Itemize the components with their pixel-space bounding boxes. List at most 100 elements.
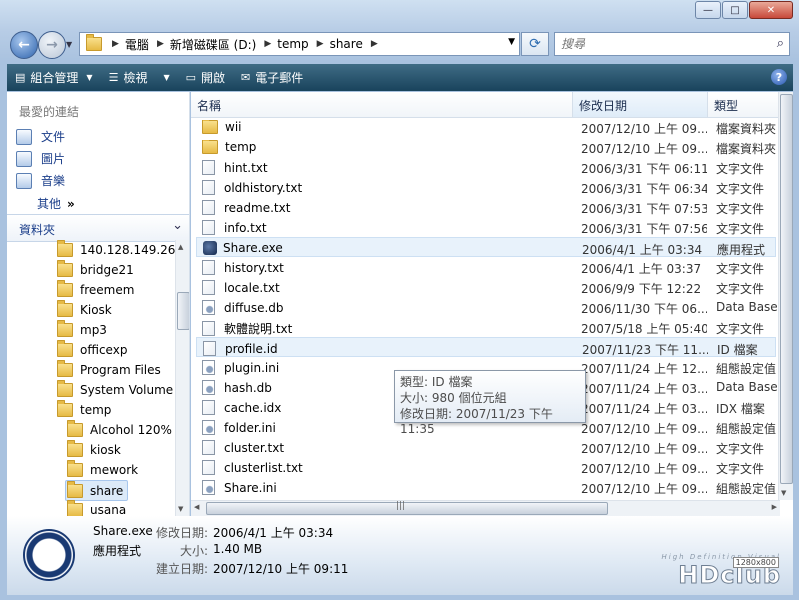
folder-icon [57, 319, 73, 337]
file-list-scrollbar[interactable]: ▼ [778, 92, 793, 500]
file-row[interactable]: history.txt 2006/4/1 上午 03:37 文字文件 [196, 257, 776, 277]
folder-tree-item[interactable]: freemem [57, 279, 134, 299]
breadcrumb-chevron-icon[interactable]: ▶ [317, 39, 324, 49]
folder-tree-item[interactable]: officexp [57, 339, 128, 359]
open-button[interactable]: ▭ 開啟 [178, 64, 233, 91]
search-input[interactable] [559, 36, 763, 52]
breadcrumb-chevron-icon[interactable]: ▶ [157, 39, 164, 49]
file-modified-cell: 2007/12/10 上午 09... [581, 422, 707, 436]
minimize-button[interactable]: — [695, 1, 721, 19]
file-name-cell: temp [202, 140, 572, 154]
file-row[interactable]: Share.ini 2007/12/10 上午 09... 組態設定值 [196, 477, 776, 497]
breadcrumb-temp[interactable]: temp [277, 37, 308, 51]
folder-tree-item-label: Kiosk [80, 302, 112, 317]
file-modified-cell: 2007/12/10 上午 09... [581, 482, 707, 496]
folder-tree-item[interactable]: bridge21 [57, 259, 134, 279]
organize-label: 組合管理 [30, 71, 79, 85]
scrollbar-thumb[interactable] [780, 94, 793, 484]
favorite-link-pictures[interactable]: 圖片 [16, 150, 65, 167]
scroll-down-icon[interactable]: ▼ [781, 489, 786, 497]
breadcrumb-chevron-icon[interactable]: ▶ [371, 39, 378, 49]
text-file-icon [202, 220, 215, 235]
breadcrumb-drive[interactable]: 新增磁碟區 (D:) [170, 36, 256, 53]
folder-tree-item[interactable]: mework [67, 459, 138, 479]
file-row[interactable]: temp 2007/12/10 上午 09... 檔案資料夾 [196, 137, 776, 157]
folder-icon [67, 419, 83, 437]
back-button[interactable]: ← [10, 31, 38, 59]
folder-tree-item[interactable]: System Volume Information [57, 379, 189, 399]
folder-tree-item[interactable]: Alcohol 120% [67, 419, 172, 439]
search-icon[interactable]: ⌕ [777, 36, 784, 51]
column-header-name[interactable]: 名稱 [191, 92, 573, 117]
file-row[interactable]: info.txt 2006/3/31 下午 07:56 文字文件 [196, 217, 776, 237]
maximize-button[interactable]: □ [722, 1, 748, 19]
command-bar: ▤ 組合管理 ▼ ☰ 檢視 ▼ ▭ 開啟 ✉ 電子郵件 ? [7, 64, 793, 91]
folder-tree-item[interactable]: Program Files [57, 359, 161, 379]
file-row[interactable]: oldhistory.txt 2006/3/31 下午 06:34 文字文件 [196, 177, 776, 197]
file-row[interactable]: locale.txt 2006/9/9 下午 12:22 文字文件 [196, 277, 776, 297]
file-modified-cell: 2006/3/31 下午 07:56 [581, 222, 707, 236]
favorite-link-documents[interactable]: 文件 [16, 128, 65, 145]
file-row[interactable]: readme.txt 2006/3/31 下午 07:53 文字文件 [196, 197, 776, 217]
views-button[interactable]: ☰ 檢視 ▼ [101, 64, 178, 91]
scrollbar-thumb[interactable] [177, 292, 189, 330]
folder-tree-item-label: officexp [80, 342, 128, 357]
file-modified-cell: 2006/3/31 下午 07:53 [581, 202, 707, 216]
file-row[interactable]: 軟體說明.txt 2007/5/18 上午 05:40 文字文件 [196, 317, 776, 337]
breadcrumb-share[interactable]: share [330, 37, 363, 51]
file-modified-cell: 2007/11/24 上午 03... [581, 402, 707, 416]
breadcrumb-chevron-icon[interactable]: ▶ [264, 39, 271, 49]
folder-tree-item[interactable]: 140.128.149.26 [57, 239, 175, 259]
folder-tree-item[interactable]: temp [57, 399, 111, 419]
forward-button[interactable]: → [38, 31, 66, 59]
folder-tree-item[interactable]: share [65, 480, 129, 501]
scrollbar-thumb[interactable] [206, 502, 608, 515]
file-row[interactable]: cluster.txt 2007/12/10 上午 09... 文字文件 [196, 437, 776, 457]
breadcrumb-computer[interactable]: 電腦 [125, 36, 149, 53]
text-file-icon [203, 341, 216, 356]
details-created-value: 2007/12/10 上午 09:11 [213, 562, 349, 576]
column-header-type[interactable]: 類型 [708, 92, 781, 117]
folder-tree-item-label: usana [90, 502, 127, 517]
search-box[interactable]: ⌕ [554, 32, 790, 56]
folder-tree-item[interactable]: kiosk [67, 439, 121, 459]
file-row[interactable]: clusterlist.txt 2007/12/10 上午 09... 文字文件 [196, 457, 776, 477]
folder-tree-item[interactable]: Kiosk [57, 299, 112, 319]
file-row[interactable]: wii 2007/12/10 上午 09... 檔案資料夾 [196, 117, 776, 137]
scroll-left-icon[interactable]: ◀ [194, 503, 199, 511]
recent-pages-dropdown[interactable]: ▼ [66, 40, 72, 49]
file-name: folder.ini [224, 420, 276, 435]
file-name: Share.exe [223, 241, 283, 255]
folder-tree-item[interactable]: usana [67, 499, 127, 517]
file-row[interactable]: profile.id 2007/11/23 下午 11... ID 檔案 [196, 337, 776, 357]
favorite-link-label: 圖片 [41, 152, 66, 166]
favorite-links-header: 最愛的連結 [19, 105, 80, 119]
favorite-link-music[interactable]: 音樂 [16, 172, 65, 189]
application-icon [203, 241, 217, 255]
scroll-right-icon[interactable]: ▶ [772, 503, 777, 511]
chevron-down-icon[interactable]: ⌄ [172, 218, 183, 233]
folder-icon [57, 259, 73, 277]
address-bar[interactable]: ▶ 電腦 ▶ 新增磁碟區 (D:) ▶ temp ▶ share ▶ ▼ [79, 32, 520, 56]
folder-tree-scrollbar[interactable]: ▲ ▼ [175, 240, 189, 516]
file-row[interactable]: hint.txt 2006/3/31 下午 06:11 文字文件 [196, 157, 776, 177]
settings-file-icon [202, 480, 215, 495]
file-row[interactable]: diffuse.db 2006/11/30 下午 06... Data Base [196, 297, 778, 317]
email-button[interactable]: ✉ 電子郵件 [233, 64, 311, 91]
more-links[interactable]: 其他 » [37, 195, 75, 212]
refresh-button[interactable]: ⟳ [521, 32, 549, 56]
file-name-cell: readme.txt [202, 200, 572, 215]
file-row[interactable]: Share.exe 2006/4/1 上午 03:34 應用程式 [196, 237, 776, 257]
horizontal-scrollbar[interactable]: ◀ ||| ▶ [191, 500, 780, 516]
close-button[interactable]: ✕ [749, 1, 793, 19]
help-button[interactable]: ? [771, 69, 787, 85]
organize-button[interactable]: ▤ 組合管理 ▼ [7, 64, 101, 91]
text-file-icon [202, 440, 215, 455]
address-dropdown-icon[interactable]: ▼ [508, 37, 515, 47]
breadcrumb-chevron-icon[interactable]: ▶ [112, 39, 119, 49]
folders-header[interactable]: 資料夾 ⌄ [7, 214, 189, 242]
file-name: info.txt [224, 220, 267, 235]
folder-tree-item[interactable]: mp3 [57, 319, 107, 339]
scroll-down-icon[interactable]: ▼ [178, 505, 183, 513]
scroll-up-icon[interactable]: ▲ [178, 243, 183, 251]
